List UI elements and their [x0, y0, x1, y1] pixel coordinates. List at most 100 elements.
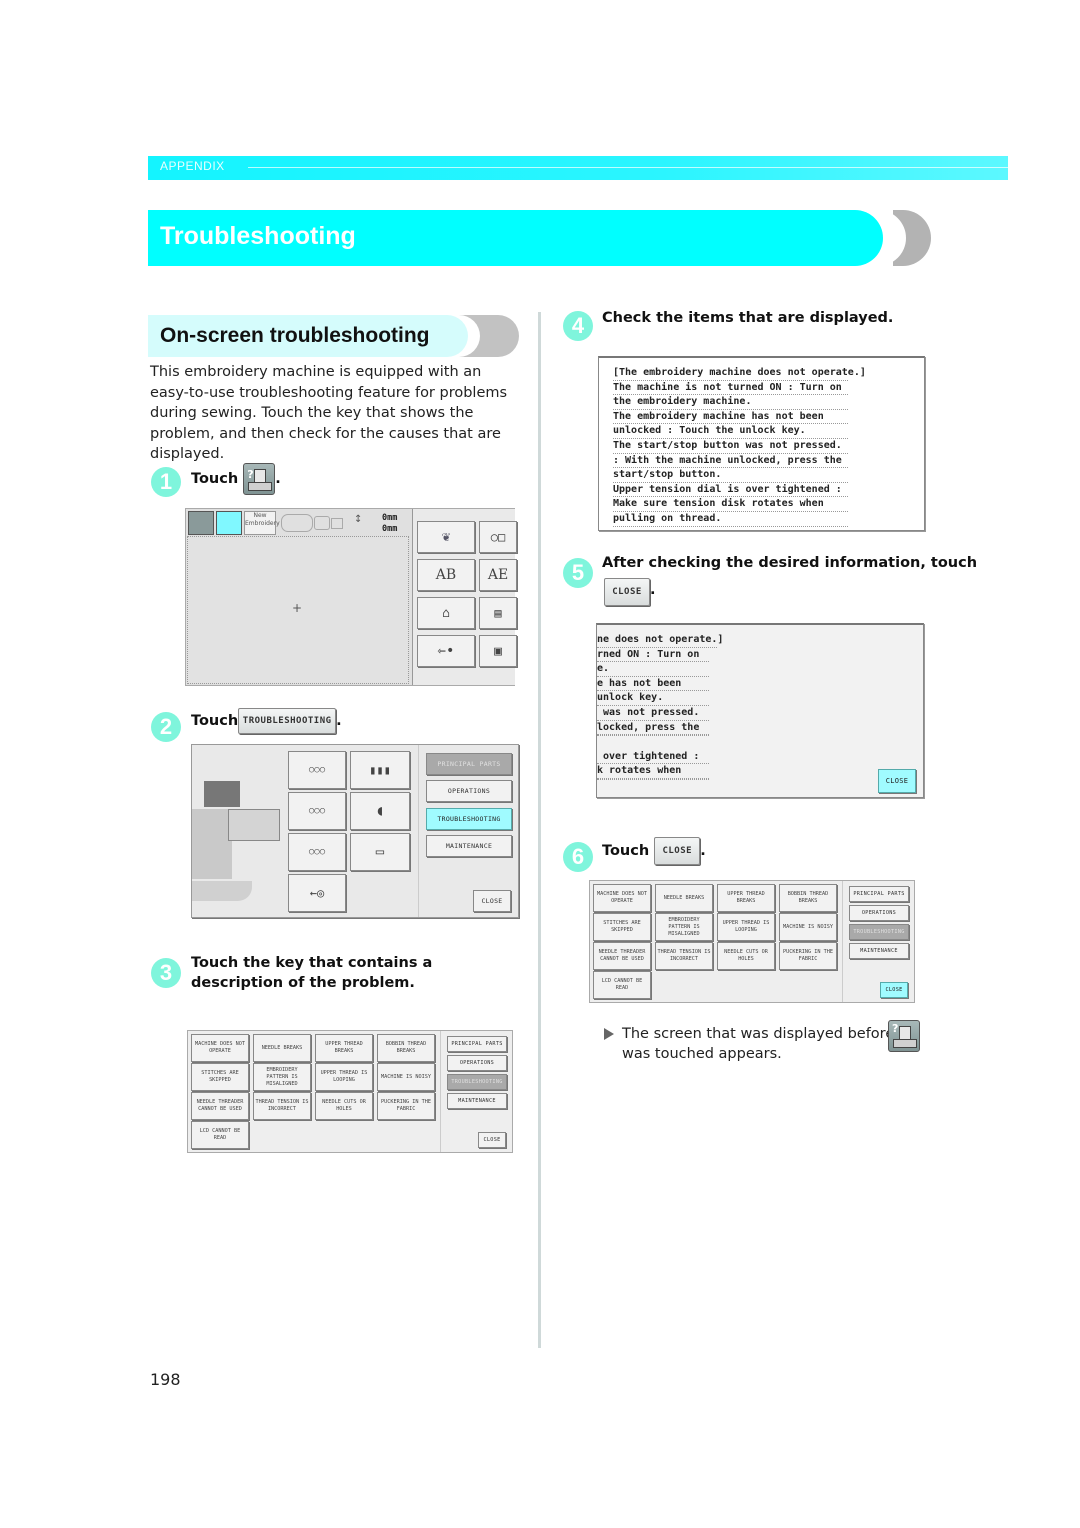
- troubleshooting-tab[interactable]: TROUBLESHOOTING: [447, 1074, 507, 1090]
- memory-card-button[interactable]: ▤: [479, 597, 517, 629]
- problem-key[interactable]: MACHINE IS NOISY: [377, 1063, 435, 1091]
- part-spool-stand-button[interactable]: ▮▮▮: [350, 751, 410, 789]
- message-line: The machine is not turned ON : Turn on: [613, 381, 848, 396]
- part-tension-button[interactable]: ◖: [350, 792, 410, 830]
- embroidery-patterns-button[interactable]: ❦: [417, 521, 475, 553]
- problem-key[interactable]: MACHINE DOES NOT OPERATE: [593, 884, 651, 912]
- step-text: Touch: [191, 471, 239, 487]
- close-key[interactable]: CLOSE: [604, 578, 650, 606]
- result-text-before: The screen that was displayed before: [622, 1026, 895, 1042]
- problem-key[interactable]: UPPER THREAD BREAKS: [717, 884, 775, 912]
- machine-pocket-button[interactable]: ⌂: [417, 597, 475, 629]
- monogram-button[interactable]: AB: [417, 559, 475, 591]
- step-1-text: Touch ?.: [191, 463, 281, 495]
- problem-key[interactable]: UPPER THREAD IS LOOPING: [717, 913, 775, 941]
- frame-patterns-button[interactable]: ○□: [479, 521, 517, 553]
- close-button[interactable]: CLOSE: [880, 982, 908, 998]
- step-2-text: Touch TROUBLESHOOTING.: [191, 708, 342, 734]
- operations-tab[interactable]: OPERATIONS: [447, 1055, 507, 1071]
- appendix-rule: [248, 167, 1008, 168]
- part-control-button[interactable]: ○○○: [288, 833, 346, 871]
- maintenance-tab[interactable]: MAINTENANCE: [426, 835, 512, 857]
- message-line: : With the machine unlocked, press the: [613, 454, 848, 469]
- close-button[interactable]: CLOSE: [878, 769, 916, 793]
- problem-key[interactable]: STITCHES ARE SKIPPED: [191, 1063, 249, 1091]
- problem-key[interactable]: BOBBIN THREAD BREAKS: [779, 884, 837, 912]
- alphabet-button[interactable]: AE: [479, 559, 517, 591]
- computer-icon[interactable]: ▣: [479, 635, 517, 667]
- problem-key[interactable]: NEEDLE THREADER CANNOT BE USED: [191, 1092, 249, 1120]
- step-number: 4: [563, 311, 593, 341]
- spools-icon: [204, 781, 240, 807]
- close-button[interactable]: CLOSE: [473, 890, 511, 912]
- message-line: the embroidery machine.: [613, 395, 848, 410]
- usb-icon[interactable]: ⇽•: [417, 635, 475, 667]
- problem-key[interactable]: PUCKERING IN THE FABRIC: [377, 1092, 435, 1120]
- problem-key[interactable]: MACHINE IS NOISY: [779, 913, 837, 941]
- troubleshooting-message-panel: [The embroidery machine does not operate…: [598, 356, 925, 531]
- message-line: over tightened :: [597, 750, 709, 765]
- problem-key[interactable]: NEEDLE CUTS OR HOLES: [315, 1092, 373, 1120]
- troubleshooting-tab[interactable]: TROUBLESHOOTING: [849, 924, 909, 940]
- section-label: APPENDIX: [160, 159, 225, 173]
- lcd-panel-icon: [228, 809, 280, 841]
- result-text-line2: was touched appears.: [622, 1046, 782, 1062]
- problem-key[interactable]: NEEDLE BREAKS: [655, 884, 713, 912]
- problem-key[interactable]: THREAD TENSION IS INCORRECT: [253, 1092, 311, 1120]
- message-line: unlocked : Touch the unlock key.: [613, 424, 848, 439]
- part-monitor-button[interactable]: ▭: [350, 833, 410, 871]
- problem-key[interactable]: UPPER THREAD IS LOOPING: [315, 1063, 373, 1091]
- principal-parts-tab[interactable]: PRINCIPAL PARTS: [849, 886, 909, 902]
- problem-key[interactable]: STITCHES ARE SKIPPED: [593, 913, 651, 941]
- section-heading: On-screen troubleshooting: [160, 324, 430, 347]
- message-line: [597, 779, 709, 780]
- problem-key[interactable]: NEEDLE BREAKS: [253, 1034, 311, 1062]
- operations-tab[interactable]: OPERATIONS: [849, 905, 909, 921]
- message-line: [597, 735, 709, 737]
- pattern-list-icon[interactable]: [188, 511, 214, 535]
- menu-divider: [418, 745, 419, 917]
- troubleshooting-key[interactable]: TROUBLESHOOTING: [238, 708, 337, 734]
- part-operation-panel-button[interactable]: ○○○: [288, 751, 346, 789]
- maintenance-tab[interactable]: MAINTENANCE: [447, 1093, 507, 1109]
- message-line: e has not been: [597, 677, 709, 692]
- problem-key[interactable]: LCD CANNOT BE READ: [191, 1121, 249, 1149]
- hoop-medium-icon: [314, 516, 330, 530]
- help-machine-icon[interactable]: ?: [243, 463, 276, 495]
- problem-key[interactable]: UPPER THREAD BREAKS: [315, 1034, 373, 1062]
- step-4-text: Check the items that are displayed.: [602, 310, 894, 326]
- new-embroidery-button[interactable]: New Embroidery: [244, 511, 280, 535]
- principal-parts-tab[interactable]: PRINCIPAL PARTS: [447, 1036, 507, 1052]
- troubleshooting-tab[interactable]: TROUBLESHOOTING: [426, 808, 512, 830]
- problem-key[interactable]: MACHINE DOES NOT OPERATE: [191, 1034, 249, 1062]
- problem-key[interactable]: LCD CANNOT BE READ: [593, 971, 651, 999]
- problem-key[interactable]: BOBBIN THREAD BREAKS: [377, 1034, 435, 1062]
- intro-paragraph: This embroidery machine is equipped with…: [150, 364, 508, 462]
- message-title: [The embroidery machine does not operate…: [613, 366, 866, 381]
- size-width: 0mm: [382, 513, 398, 523]
- size-height: 0mm: [382, 524, 398, 534]
- problem-key[interactable]: NEEDLE CUTS OR HOLES: [717, 942, 775, 970]
- close-button[interactable]: CLOSE: [478, 1132, 506, 1148]
- part-bobbin-button[interactable]: ←◎: [288, 874, 346, 912]
- step-suffix: .: [336, 713, 342, 729]
- close-key[interactable]: CLOSE: [654, 837, 701, 865]
- principal-parts-tab[interactable]: PRINCIPAL PARTS: [426, 753, 512, 775]
- help-machine-icon[interactable]: [216, 511, 242, 535]
- part-lcd-button[interactable]: ○○○: [288, 792, 346, 830]
- embroidery-home-screen: New Embroidery ↕ 0mm 0mm + ❦ ○□ AB AE ⌂ …: [185, 508, 517, 686]
- message-line: start/stop button.: [613, 468, 848, 483]
- problem-key[interactable]: PUCKERING IN THE FABRIC: [779, 942, 837, 970]
- machine-base-icon: [192, 881, 252, 901]
- problem-key[interactable]: THREAD TENSION IS INCORRECT: [655, 942, 713, 970]
- step-5-key-line: CLOSE.: [604, 578, 656, 606]
- problem-key[interactable]: NEEDLE THREADER CANNOT BE USED: [593, 942, 651, 970]
- problem-key[interactable]: EMBROIDERY PATTERN IS MISALIGNED: [253, 1063, 311, 1091]
- operations-tab[interactable]: OPERATIONS: [426, 780, 512, 802]
- category-panel: ❦ ○□ AB AE ⌂ ▤ ⇽• ▣: [412, 509, 517, 685]
- hoop-large-icon: [281, 514, 313, 532]
- embroidery-canvas[interactable]: +: [187, 536, 409, 684]
- maintenance-tab[interactable]: MAINTENANCE: [849, 943, 909, 959]
- problem-key[interactable]: EMBROIDERY PATTERN IS MISALIGNED: [655, 913, 713, 941]
- step-text: Touch: [602, 843, 650, 859]
